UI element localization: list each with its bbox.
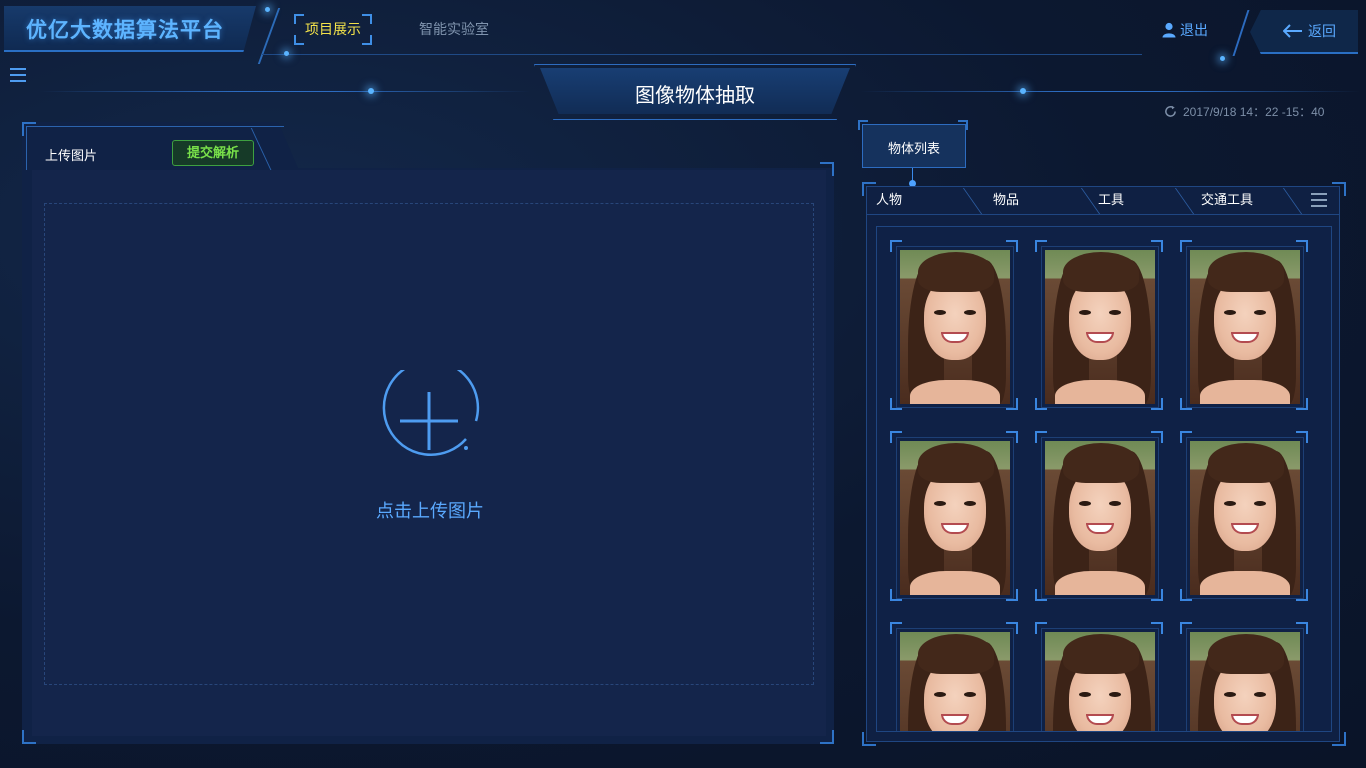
bracket-decoration xyxy=(294,35,304,45)
decor-dot xyxy=(368,88,374,94)
photo-card[interactable] xyxy=(890,622,1018,731)
corner-decoration xyxy=(22,122,36,136)
nav-item-smart-lab[interactable]: 智能实验室 xyxy=(408,14,500,45)
corner-decoration xyxy=(1332,732,1346,746)
photo-card[interactable] xyxy=(1035,431,1163,601)
back-arrow-icon xyxy=(1283,24,1302,38)
logout-label: 退出 xyxy=(1180,22,1208,38)
menu-icon[interactable] xyxy=(10,68,26,82)
object-list-tab-label: 物体列表 xyxy=(887,141,940,156)
person-photo xyxy=(1190,441,1300,595)
corner-decoration xyxy=(862,732,876,746)
photo-card[interactable] xyxy=(890,431,1018,601)
decor-dot xyxy=(265,7,270,12)
category-divider xyxy=(866,214,1340,215)
submit-analysis-button[interactable]: 提交解析 xyxy=(172,140,254,166)
person-photo xyxy=(900,250,1010,404)
logout-button[interactable]: 退出 xyxy=(1162,20,1208,40)
person-photo xyxy=(1045,441,1155,595)
back-label: 返回 xyxy=(1308,23,1336,39)
plus-circle-icon[interactable] xyxy=(378,370,480,472)
top-bar: 优亿大数据算法平台 项目展示 智能实验室 退出 返回 xyxy=(0,0,1366,64)
category-tab-tool[interactable]: 工具 xyxy=(1098,186,1124,214)
photo-card[interactable] xyxy=(890,240,1018,410)
title-line-left xyxy=(40,91,530,92)
corner-decoration xyxy=(22,730,36,744)
corner-decoration xyxy=(858,120,868,130)
bracket-decoration xyxy=(362,35,372,45)
nav-item-project-showcase[interactable]: 项目展示 xyxy=(294,14,372,45)
person-photo xyxy=(900,632,1010,731)
person-photo xyxy=(1045,632,1155,731)
decor-dot xyxy=(1020,88,1026,94)
refresh-icon[interactable] xyxy=(1164,105,1177,118)
list-menu-icon[interactable] xyxy=(1311,193,1327,211)
photo-card[interactable] xyxy=(1180,622,1308,731)
person-photo xyxy=(1190,250,1300,404)
page-title: 图像物体抽取 xyxy=(635,85,755,107)
decor-dot xyxy=(1220,56,1225,61)
person-photo xyxy=(1045,250,1155,404)
corner-decoration xyxy=(820,162,834,176)
timestamp: 2017/9/18 14：22 -15：40 xyxy=(1164,103,1324,120)
person-photo xyxy=(900,441,1010,595)
upload-hint[interactable]: 点击上传图片 xyxy=(376,497,484,523)
bracket-decoration xyxy=(362,14,372,24)
timestamp-text: 2017/9/18 14：22 -15：40 xyxy=(1183,105,1325,119)
back-edge-decoration xyxy=(1232,10,1250,56)
user-icon xyxy=(1162,22,1176,38)
corner-decoration xyxy=(958,120,968,130)
category-tab-item[interactable]: 物品 xyxy=(993,186,1019,214)
photo-card[interactable] xyxy=(1180,431,1308,601)
decor-dot xyxy=(284,51,289,56)
photo-grid xyxy=(876,226,1332,732)
person-photo xyxy=(1190,632,1300,731)
photo-card[interactable] xyxy=(1035,622,1163,731)
app-logo[interactable]: 优亿大数据算法平台 xyxy=(26,14,224,44)
bracket-decoration xyxy=(294,14,304,24)
photo-card[interactable] xyxy=(1035,240,1163,410)
category-tab-person[interactable]: 人物 xyxy=(876,186,902,214)
photo-card[interactable] xyxy=(1180,240,1308,410)
back-button[interactable]: 返回 xyxy=(1283,21,1336,41)
title-line-right xyxy=(860,91,1360,92)
corner-decoration xyxy=(820,730,834,744)
header-divider xyxy=(262,54,1142,55)
upload-tab-label[interactable]: 上传图片 xyxy=(45,145,97,164)
category-tab-vehicle[interactable]: 交通工具 xyxy=(1201,186,1253,214)
